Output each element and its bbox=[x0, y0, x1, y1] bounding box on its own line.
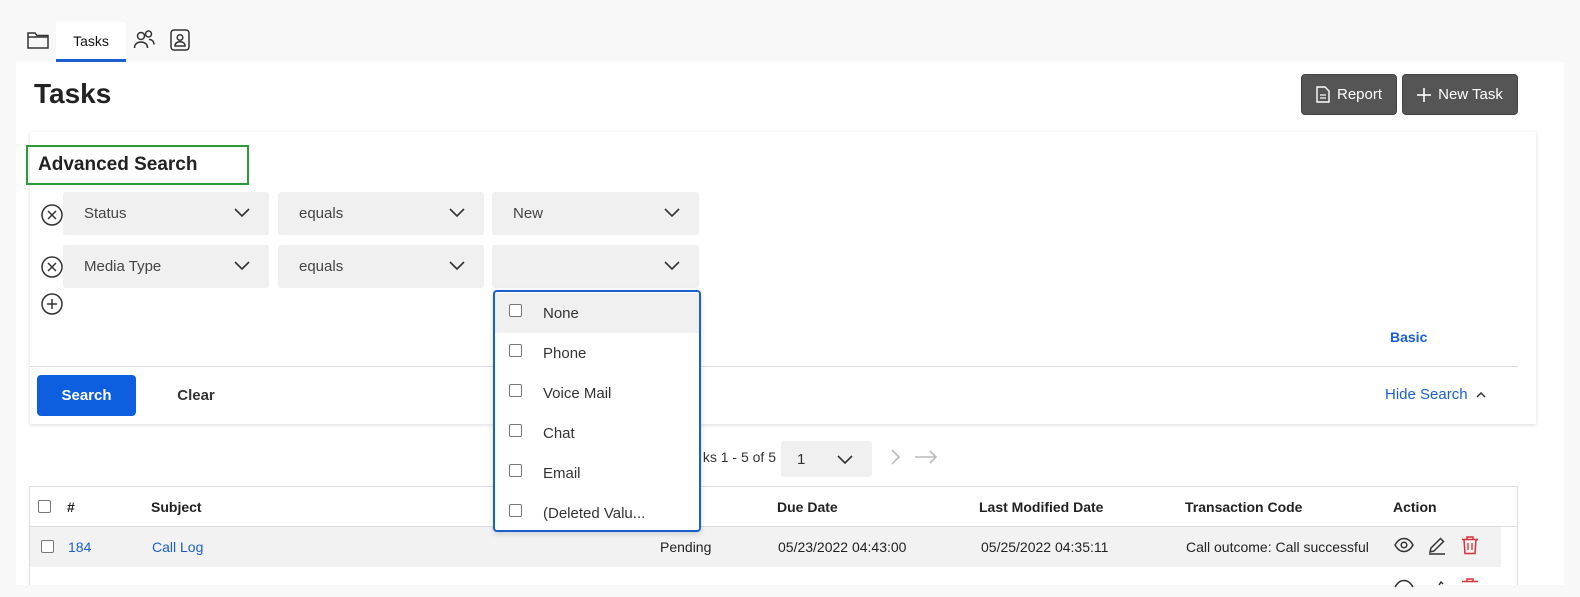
search-divider bbox=[30, 366, 1518, 367]
delete-icon[interactable] bbox=[1460, 535, 1480, 555]
search-button[interactable]: Search bbox=[37, 375, 136, 416]
dropdown-option-email[interactable]: Email bbox=[495, 453, 699, 493]
value-select-value: New bbox=[513, 205, 544, 222]
column-header-number[interactable]: # bbox=[67, 499, 75, 515]
option-label: Email bbox=[543, 464, 581, 482]
remove-criterion-icon[interactable] bbox=[40, 255, 64, 279]
basic-search-link[interactable]: Basic bbox=[1390, 329, 1427, 345]
media-type-value-select[interactable] bbox=[492, 245, 699, 288]
edit-icon[interactable] bbox=[1427, 535, 1447, 555]
delete-icon[interactable] bbox=[1460, 577, 1480, 597]
option-label: Phone bbox=[543, 344, 587, 362]
chevron-down-icon bbox=[837, 455, 853, 465]
users-icon[interactable] bbox=[132, 28, 156, 52]
operator-select-value: equals bbox=[299, 205, 344, 222]
field-select-value: Media Type bbox=[84, 258, 162, 275]
dropdown-option-none[interactable]: None bbox=[495, 293, 699, 333]
contacts-icon[interactable] bbox=[168, 28, 192, 52]
operator-select-value: equals bbox=[299, 258, 344, 275]
chevron-down-icon bbox=[449, 261, 465, 271]
option-label: (Deleted Valu... bbox=[543, 504, 646, 522]
view-icon[interactable] bbox=[1394, 577, 1414, 597]
add-criterion-icon[interactable] bbox=[40, 292, 64, 316]
last-page-icon[interactable] bbox=[913, 448, 939, 466]
chevron-up-icon bbox=[1476, 391, 1486, 398]
chevron-down-icon bbox=[664, 261, 680, 271]
chevron-down-icon bbox=[449, 208, 465, 218]
row-checkbox[interactable] bbox=[41, 540, 54, 553]
column-header-due-date[interactable]: Due Date bbox=[777, 499, 838, 515]
option-checkbox[interactable] bbox=[509, 504, 522, 517]
field-select[interactable]: Media Type bbox=[63, 245, 269, 288]
operator-select[interactable]: equals bbox=[278, 192, 484, 235]
page-select[interactable]: 1 bbox=[781, 441, 872, 477]
dropdown-option-phone[interactable]: Phone bbox=[495, 333, 699, 373]
dropdown-option-deleted-value[interactable]: (Deleted Valu... bbox=[495, 493, 699, 533]
task-last-modified: 05/25/2022 04:35:11 bbox=[981, 539, 1109, 555]
advanced-search-title: Advanced Search bbox=[26, 145, 249, 185]
report-button-label: Report bbox=[1336, 86, 1383, 103]
new-task-button-label: New Task bbox=[1438, 86, 1503, 103]
document-icon bbox=[1316, 86, 1330, 103]
column-header-action: Action bbox=[1393, 499, 1437, 515]
view-icon[interactable] bbox=[1394, 535, 1414, 555]
column-header-subject[interactable]: Subject bbox=[151, 499, 202, 515]
dropdown-option-chat[interactable]: Chat bbox=[495, 413, 699, 453]
option-checkbox[interactable] bbox=[509, 384, 522, 397]
report-button[interactable]: Report bbox=[1301, 74, 1397, 115]
task-subject-link[interactable]: Call Log bbox=[152, 539, 203, 555]
option-checkbox[interactable] bbox=[509, 464, 522, 477]
chevron-down-icon bbox=[234, 208, 250, 218]
edit-icon[interactable] bbox=[1427, 577, 1447, 597]
operator-select[interactable]: equals bbox=[278, 245, 484, 288]
field-select[interactable]: Status bbox=[63, 192, 269, 235]
folder-icon[interactable] bbox=[26, 28, 50, 52]
option-label: Voice Mail bbox=[543, 384, 612, 402]
task-status: Pending bbox=[660, 539, 712, 555]
option-label: None bbox=[543, 304, 579, 322]
clear-button[interactable]: Clear bbox=[165, 375, 227, 416]
next-page-icon[interactable] bbox=[887, 448, 905, 466]
media-type-dropdown: None Phone Voice Mail Chat Email (Delete… bbox=[493, 290, 701, 532]
task-transaction-code: Call outcome: Call successful bbox=[1186, 539, 1369, 555]
hide-search-link[interactable]: Hide Search bbox=[1385, 386, 1486, 403]
chevron-down-icon bbox=[664, 208, 680, 218]
select-all-checkbox[interactable] bbox=[38, 500, 51, 513]
tab-bar: Tasks bbox=[0, 0, 1580, 62]
option-checkbox[interactable] bbox=[509, 344, 522, 357]
tab-tasks[interactable]: Tasks bbox=[56, 22, 126, 62]
column-header-transaction-code[interactable]: Transaction Code bbox=[1185, 499, 1302, 515]
value-select[interactable]: New bbox=[492, 192, 699, 235]
option-checkbox[interactable] bbox=[509, 304, 522, 317]
plus-icon bbox=[1417, 87, 1432, 102]
remove-criterion-icon[interactable] bbox=[40, 203, 64, 227]
option-checkbox[interactable] bbox=[509, 424, 522, 437]
chevron-down-icon bbox=[234, 261, 250, 271]
hide-search-label: Hide Search bbox=[1385, 386, 1468, 403]
option-label: Chat bbox=[543, 424, 575, 442]
column-header-last-modified[interactable]: Last Modified Date bbox=[979, 499, 1103, 515]
page-title: Tasks bbox=[34, 78, 112, 109]
dropdown-option-voice-mail[interactable]: Voice Mail bbox=[495, 373, 699, 413]
task-number-link[interactable]: 184 bbox=[68, 539, 91, 555]
page-select-value: 1 bbox=[797, 450, 806, 468]
task-due-date: 05/23/2022 04:43:00 bbox=[778, 539, 907, 555]
new-task-button[interactable]: New Task bbox=[1402, 74, 1518, 115]
field-select-value: Status bbox=[84, 205, 127, 222]
